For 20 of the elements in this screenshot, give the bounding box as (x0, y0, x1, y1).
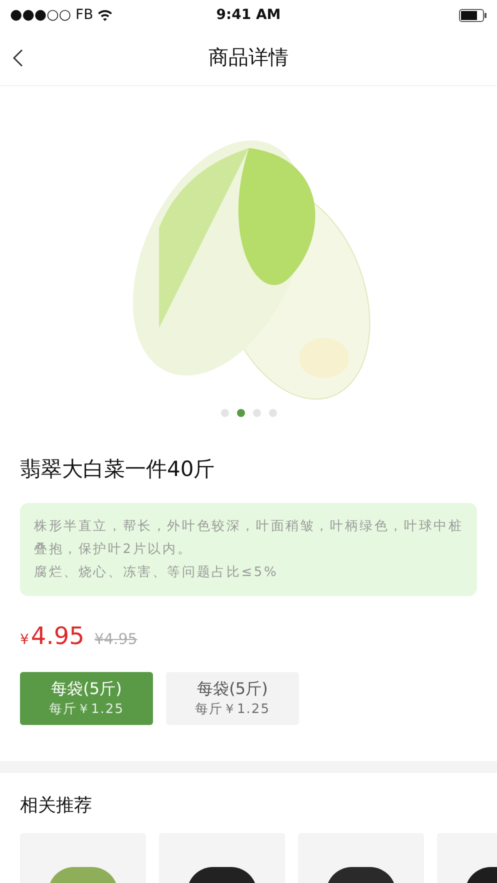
product-name: 翡翠大白菜一件40斤 (20, 456, 216, 483)
page-title: 商品详情 (208, 44, 288, 71)
current-price: ¥4.95 (20, 622, 84, 650)
wifi-icon (97, 9, 114, 21)
battery-icon (459, 8, 487, 22)
back-icon[interactable] (12, 48, 24, 68)
description-text: 腐烂、烧心、冻害、等问题占比≤5% (34, 564, 280, 582)
description-text: 株形半直立，帮长，外叶色较深，叶面稍皱，叶柄绿色，叶球中桩叠抱，保护叶2片以内。 (34, 518, 464, 559)
carrier-signal: ●●●○○ FB (10, 7, 94, 23)
carousel-dot[interactable] (268, 409, 276, 417)
product-card[interactable] (159, 833, 285, 883)
original-price: ¥4.95 (94, 630, 138, 648)
carousel-dot[interactable] (252, 409, 260, 417)
carousel-dot[interactable] (236, 409, 244, 417)
section-title: 相关推荐 (20, 794, 93, 817)
package-option[interactable]: 每袋(5斤) 每斤￥1.25 (20, 672, 153, 725)
carousel-dot[interactable] (220, 409, 228, 417)
package-option[interactable]: 每袋(5斤) 每斤￥1.25 (166, 672, 299, 725)
status-time: 9:41 AM (216, 7, 281, 23)
product-card[interactable] (298, 833, 424, 883)
